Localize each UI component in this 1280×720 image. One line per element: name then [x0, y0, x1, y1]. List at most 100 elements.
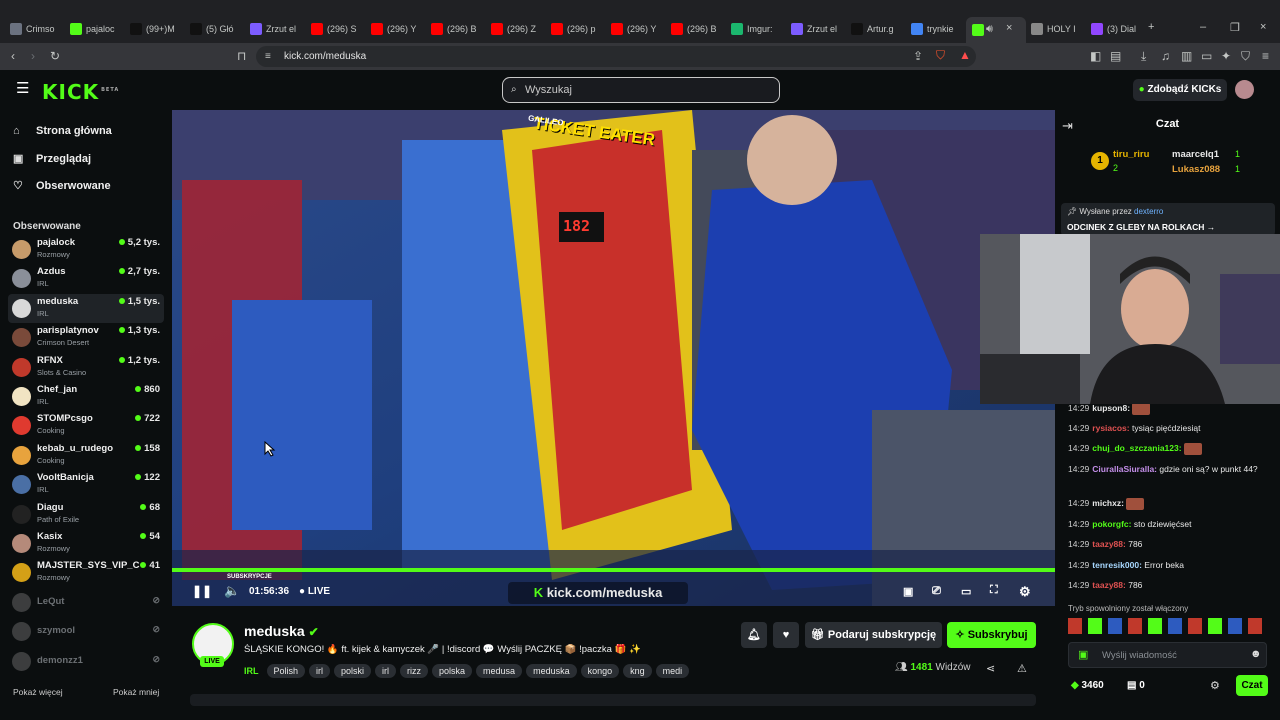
progress-track[interactable] — [172, 568, 1055, 572]
nav-item-0[interactable]: ⌂ Strona główna — [13, 125, 112, 137]
stream-tag[interactable]: kng — [623, 664, 652, 678]
emoji-icon[interactable]: ☻ — [1250, 648, 1262, 660]
browser-tab[interactable]: Artur.g — [851, 18, 903, 40]
chat-message[interactable]: 14:29 taazy88: 786 — [1068, 579, 1273, 591]
rewards-icon[interactable]: ▲ — [959, 49, 971, 61]
stream-tag[interactable]: irl — [375, 664, 397, 678]
theater-mode-icon[interactable]: ▭ — [961, 585, 971, 598]
stream-tag[interactable]: medi — [655, 664, 690, 678]
browser-tab[interactable]: (99+)M — [130, 18, 182, 40]
report-icon[interactable]: ⚠ — [1017, 662, 1027, 675]
hamburger-menu-icon[interactable]: ☰ — [16, 81, 29, 96]
followed-channel[interactable]: RFNX Slots & Casino 1,2 tys. — [8, 353, 164, 382]
wallet-icon[interactable]: ▭ — [1201, 50, 1212, 62]
category-link[interactable]: IRL — [244, 666, 259, 676]
stream-tag[interactable]: kongo — [580, 664, 620, 678]
chat-username[interactable]: tenresik000: — [1092, 560, 1142, 570]
browser-tab[interactable]: Crimso — [10, 18, 62, 40]
chat-username[interactable]: rysiacos: — [1092, 423, 1129, 433]
clip-icon[interactable]: ⎚ — [932, 585, 941, 598]
subscribe-button[interactable]: ✧ Subskrybuj — [947, 622, 1036, 648]
browser-tab[interactable]: Zrzut el — [250, 18, 302, 40]
menu-icon[interactable]: ≡ — [1262, 50, 1269, 62]
browser-tab[interactable]: (296) Y — [611, 18, 663, 40]
extension-icon-2[interactable]: ▤ — [1110, 50, 1121, 62]
tab-close-icon[interactable]: × — [1006, 22, 1012, 34]
stream-tag[interactable]: polska — [432, 664, 473, 678]
browser-tab[interactable]: (5) Głó — [190, 18, 242, 40]
browser-tab[interactable] — [966, 17, 1026, 43]
channel-points[interactable]: ◆ 3460 — [1071, 680, 1104, 691]
chat-message[interactable]: 14:29 taazy88: 786 — [1068, 538, 1273, 550]
followed-channel[interactable]: Diagu Path of Exile 68 — [8, 500, 164, 529]
chat-username[interactable]: chuj_do_szczania123: — [1092, 443, 1181, 453]
miniplayer-icon[interactable]: ▣ — [903, 585, 913, 598]
browser-tab[interactable]: trynkie — [911, 18, 963, 40]
reload-icon[interactable]: ↻ — [50, 50, 60, 62]
show-more-button[interactable]: Pokaż więcej — [13, 687, 63, 697]
chat-message[interactable]: 14:29 rysiacos: tysiąc pięćdziesiąt — [1068, 422, 1273, 434]
pinned-message[interactable]: 📌︎ Wysłane przez dexterro ODCINEK Z GLEB… — [1061, 203, 1275, 236]
browser-tab[interactable]: (296) B — [671, 18, 723, 40]
minimize-icon[interactable]: – — [1200, 21, 1206, 33]
chat-username[interactable]: taazy88: — [1092, 539, 1126, 549]
show-less-button[interactable]: Pokaż mniej — [113, 687, 159, 697]
browser-tab[interactable]: Zrzut el — [791, 18, 843, 40]
speaker-icon[interactable]: 🔊︎ — [986, 23, 993, 35]
followed-channel[interactable]: Kasix Rozmowy 54 — [8, 529, 164, 558]
followed-channel[interactable]: demonzz1 ⊘ — [8, 647, 164, 676]
share-channel-icon[interactable]: ⋖ — [986, 662, 995, 675]
stream-tag[interactable]: Polish — [266, 664, 306, 678]
kick-logo[interactable]: KICK BETA — [42, 80, 119, 104]
get-kicks-button[interactable]: ● Zdobądź KICKs — [1133, 79, 1227, 101]
window-close-icon[interactable]: × — [1260, 21, 1266, 33]
vpn-icon[interactable]: ⛉ — [1241, 50, 1250, 62]
music-icon[interactable]: ♫ — [1161, 50, 1170, 62]
chat-settings-icon[interactable]: ⚙ — [1210, 679, 1220, 692]
bookmark-icon[interactable]: ⊓ — [237, 50, 246, 62]
forward-icon[interactable]: › — [31, 50, 35, 62]
maximize-icon[interactable]: ❐ — [1230, 22, 1240, 34]
leader-1-name[interactable]: tiru_riru — [1113, 149, 1149, 160]
followed-channel[interactable]: MAJSTER_SYS_VIP_C Rozmowy 41 — [8, 558, 164, 587]
volume-icon[interactable]: 🔈 — [224, 583, 240, 599]
sidebar-icon[interactable]: ▥ — [1181, 50, 1192, 62]
url-field[interactable]: ≡ kick.com/meduska — [256, 46, 976, 67]
followed-channel[interactable]: pajalock Rozmowy 5,2 tys. — [8, 235, 164, 264]
stream-tag[interactable]: rizz — [400, 664, 429, 678]
chat-username[interactable]: taazy88: — [1092, 580, 1126, 590]
stream-tag[interactable]: meduska — [526, 664, 577, 678]
chat-username[interactable]: pokorgfc: — [1092, 519, 1131, 529]
emote-bar[interactable] — [1068, 618, 1280, 636]
browser-tab[interactable]: (296) Y — [371, 18, 423, 40]
followed-channel[interactable]: szymool ⊘ — [8, 617, 164, 646]
gift-sub-icon[interactable]: ▣ — [1078, 648, 1088, 661]
search-input[interactable]: ⌕ Wyszukaj — [502, 77, 780, 103]
chat-username[interactable]: kupson8: — [1092, 403, 1130, 413]
stream-tag[interactable]: irl — [309, 664, 331, 678]
site-info-icon[interactable]: ≡ — [265, 51, 271, 63]
followed-channel[interactable]: VooltBanicja IRL 122 — [8, 470, 164, 499]
chat-message[interactable]: 14:29 michxz: — [1068, 497, 1273, 510]
nav-item-2[interactable]: ♡ Obserwowane — [13, 179, 111, 193]
pause-icon[interactable]: ❚❚ — [192, 584, 212, 598]
browser-tab[interactable]: Imgur: — [731, 18, 783, 40]
chat-input[interactable]: ▣ Wyślij wiadomość ☻ — [1068, 642, 1267, 668]
download-icon[interactable]: ⤓ — [1141, 50, 1146, 62]
followed-channel[interactable]: LeQut ⊘ — [8, 588, 164, 617]
browser-tab[interactable]: (296) B — [431, 18, 483, 40]
extension-icon-1[interactable]: ◧ — [1090, 50, 1101, 62]
browser-tab[interactable]: (296) p — [551, 18, 603, 40]
browser-tab[interactable]: HOLY I — [1031, 18, 1083, 40]
followed-channel[interactable]: Chef_jan IRL 860 — [8, 382, 164, 411]
channel-name[interactable]: meduska ✔ — [244, 623, 319, 639]
gift-sub-button[interactable]: 🎁︎ Podaruj subskrypcję — [805, 622, 942, 648]
settings-gear-icon[interactable]: ⚙ — [1019, 584, 1031, 600]
leader-3-name[interactable]: Lukasz088 — [1172, 164, 1220, 175]
chat-send-button[interactable]: Czat — [1236, 675, 1268, 696]
followed-channel[interactable]: kebab_u_rudego Cooking 158 — [8, 441, 164, 470]
follow-heart-button[interactable]: ♥ — [773, 622, 799, 648]
share-icon[interactable]: ⇪ — [913, 50, 923, 62]
nav-item-1[interactable]: ▣ Przeglądaj — [13, 152, 91, 166]
brave-shield-icon[interactable]: ⛉ — [936, 49, 945, 61]
